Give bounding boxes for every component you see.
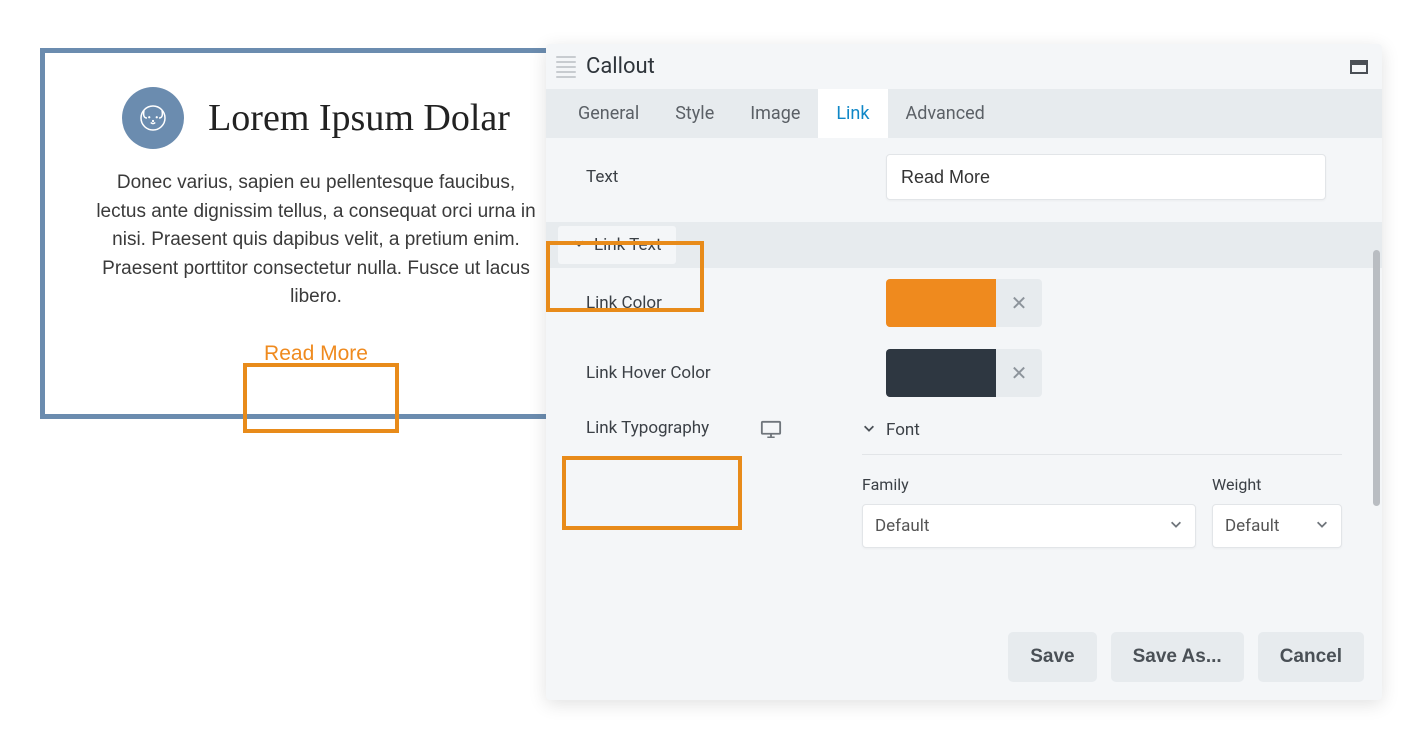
- panel-header[interactable]: Callout: [546, 44, 1382, 89]
- field-row-text: Text: [546, 138, 1382, 222]
- font-weight-select[interactable]: Default: [1212, 504, 1342, 548]
- label-link-color: Link Color: [586, 293, 886, 313]
- field-row-link-color: Link Color ✕: [546, 268, 1382, 338]
- font-fields: Family Default Weight Default: [862, 455, 1342, 548]
- section-link-text: Link Text: [546, 222, 1382, 268]
- label-text: Text: [586, 167, 886, 187]
- link-color-control: ✕: [886, 279, 1042, 327]
- chevron-down-icon: [862, 420, 876, 440]
- callout-header: Lorem Ipsum Dolar: [93, 87, 539, 149]
- label-family: Family: [862, 475, 1196, 494]
- panel-footer: Save Save As... Cancel: [546, 620, 1382, 700]
- link-hover-color-control: ✕: [886, 349, 1042, 397]
- close-icon: ✕: [1011, 291, 1028, 315]
- callout-body: Donec varius, sapien eu pellentesque fau…: [93, 169, 539, 312]
- section-toggle-link-text[interactable]: Link Text: [558, 226, 676, 264]
- link-hover-color-clear[interactable]: ✕: [996, 349, 1042, 397]
- close-icon: ✕: [1011, 361, 1028, 385]
- callout-title: Lorem Ipsum Dolar: [208, 96, 510, 140]
- tab-advanced[interactable]: Advanced: [888, 89, 1003, 138]
- drag-handle-icon[interactable]: [556, 56, 576, 78]
- panel-body: Text Link Text Link Color ✕ Link Hover C…: [546, 138, 1382, 620]
- link-color-clear[interactable]: ✕: [996, 279, 1042, 327]
- maximize-icon[interactable]: [1350, 60, 1368, 74]
- font-family-select[interactable]: Default: [862, 504, 1196, 548]
- panel-title: Callout: [586, 54, 1350, 79]
- font-family-field: Family Default: [862, 475, 1196, 548]
- chevron-down-icon: [1315, 516, 1329, 536]
- scrollbar-thumb[interactable]: [1373, 250, 1380, 506]
- field-row-link-typography: Link Typography Font Family: [546, 408, 1382, 548]
- read-more-button[interactable]: Read More: [256, 334, 376, 374]
- chevron-down-icon: [572, 235, 586, 255]
- font-family-value: Default: [875, 516, 929, 536]
- save-as-button[interactable]: Save As...: [1111, 632, 1244, 682]
- font-section-label: Font: [886, 420, 920, 440]
- font-section-toggle[interactable]: Font: [862, 414, 1342, 455]
- desktop-icon[interactable]: [760, 420, 782, 438]
- section-label: Link Text: [594, 235, 662, 255]
- font-weight-value: Default: [1225, 516, 1279, 536]
- text-input[interactable]: [886, 154, 1326, 200]
- settings-panel: Callout General Style Image Link Advance…: [546, 44, 1382, 700]
- cancel-button[interactable]: Cancel: [1258, 632, 1364, 682]
- font-weight-field: Weight Default: [1212, 475, 1342, 548]
- typography-controls: Font Family Default Weight: [862, 414, 1342, 548]
- tab-style[interactable]: Style: [657, 89, 732, 138]
- tab-general[interactable]: General: [560, 89, 657, 138]
- tab-image[interactable]: Image: [732, 89, 818, 138]
- save-button[interactable]: Save: [1008, 632, 1096, 682]
- dog-icon: [122, 87, 184, 149]
- field-row-link-hover-color: Link Hover Color ✕: [546, 338, 1382, 408]
- link-color-swatch[interactable]: [886, 279, 996, 327]
- chevron-down-icon: [1169, 516, 1183, 536]
- label-link-typography: Link Typography: [586, 414, 746, 438]
- tab-link[interactable]: Link: [818, 89, 887, 138]
- label-link-hover-color: Link Hover Color: [586, 363, 886, 383]
- panel-tabs: General Style Image Link Advanced: [546, 89, 1382, 138]
- link-hover-color-swatch[interactable]: [886, 349, 996, 397]
- callout-preview: Lorem Ipsum Dolar Donec varius, sapien e…: [40, 48, 592, 419]
- label-weight: Weight: [1212, 475, 1342, 494]
